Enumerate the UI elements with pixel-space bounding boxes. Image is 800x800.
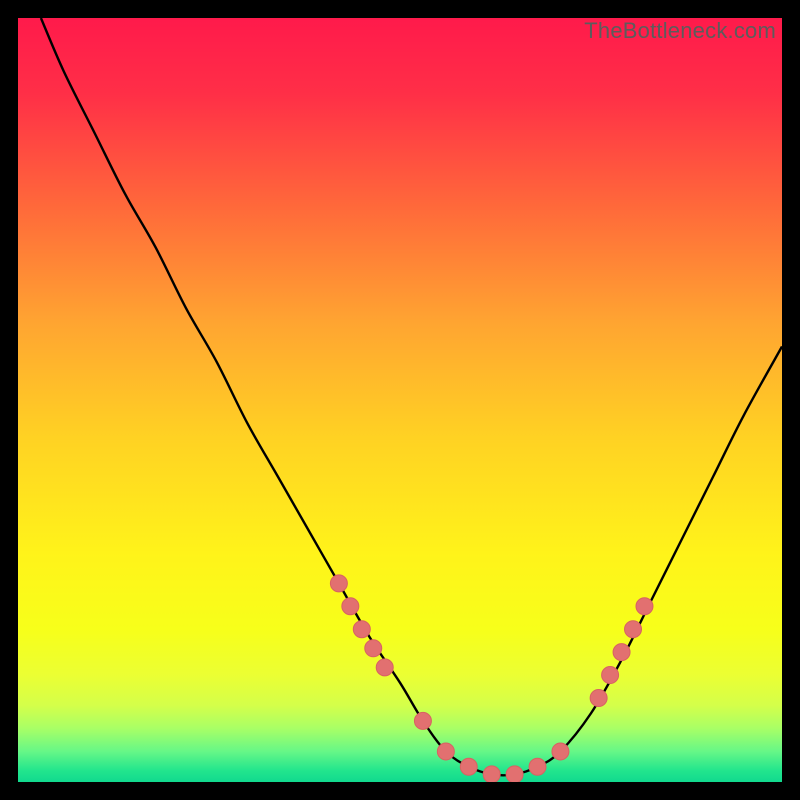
marker-dot — [602, 667, 619, 684]
marker-dot — [552, 743, 569, 760]
watermark-text: TheBottleneck.com — [584, 18, 776, 44]
marker-dot — [437, 743, 454, 760]
marker-dot — [460, 758, 477, 775]
marker-dot — [353, 621, 370, 638]
marker-dot — [636, 598, 653, 615]
marker-dot — [529, 758, 546, 775]
bottleneck-chart — [18, 18, 782, 782]
marker-dot — [613, 644, 630, 661]
marker-dot — [625, 621, 642, 638]
marker-dot — [506, 766, 523, 782]
gradient-background — [18, 18, 782, 782]
marker-dot — [330, 575, 347, 592]
marker-dot — [590, 689, 607, 706]
marker-dot — [483, 766, 500, 782]
chart-frame: TheBottleneck.com — [18, 18, 782, 782]
marker-dot — [365, 640, 382, 657]
marker-dot — [376, 659, 393, 676]
marker-dot — [342, 598, 359, 615]
marker-dot — [414, 712, 431, 729]
